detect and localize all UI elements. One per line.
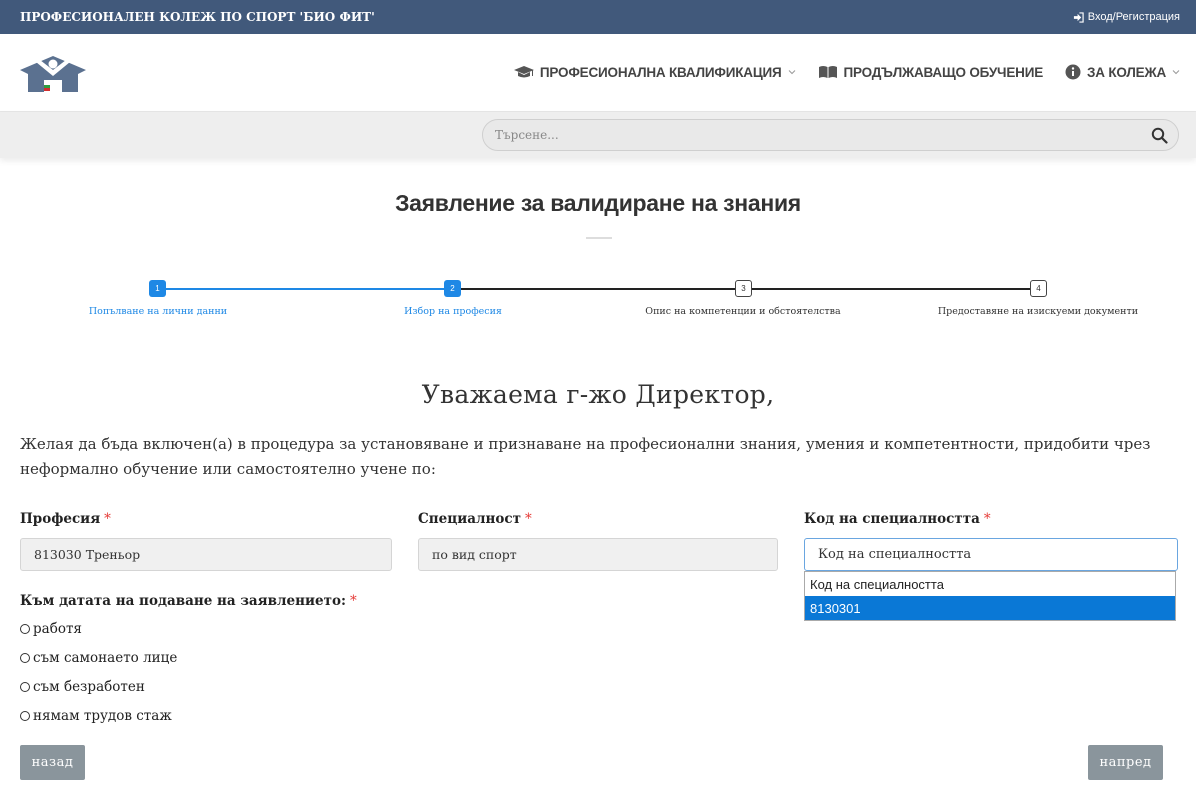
step-4-label[interactable]: Предоставяне на изискуеми документи xyxy=(938,306,1138,317)
specialty-code-select[interactable]: Код на специалността xyxy=(804,538,1178,571)
nav-item-about-college[interactable]: ЗА КОЛЕЖА xyxy=(1065,64,1180,80)
search-bar xyxy=(0,112,1196,158)
step-connector xyxy=(461,288,735,290)
nav-item-professional-qualification[interactable]: ПРОФЕСИОНАЛНА КВАЛИФИКАЦИЯ xyxy=(513,64,796,80)
college-name: ПРОФЕСИОНАЛЕН КОЛЕЖ ПО СПОРТ 'БИО ФИТ' xyxy=(20,10,375,24)
required-marker: * xyxy=(524,511,532,527)
nav-item-label: ПРОДЪЛЖАВАЩО ОБУЧЕНИЕ xyxy=(843,64,1044,80)
search-icon[interactable] xyxy=(1151,127,1168,144)
step-3-marker[interactable]: 3 xyxy=(735,280,752,297)
search-box xyxy=(482,119,1179,151)
progress-stepper: 1 2 3 4 Попълване на лични данни Избор н… xyxy=(0,278,1196,328)
main-navigation: ПРОФЕСИОНАЛНА КВАЛИФИКАЦИЯ ПРОДЪЛЖАВАЩО … xyxy=(0,34,1196,112)
radio-option-employed[interactable]: работя xyxy=(20,621,82,637)
radio-button[interactable] xyxy=(20,711,30,721)
required-marker: * xyxy=(104,511,111,527)
radio-label: нямам трудов стаж xyxy=(33,708,172,724)
chevron-down-icon xyxy=(1172,70,1180,75)
radio-label: съм безработен xyxy=(33,679,145,695)
radio-label: работя xyxy=(33,621,82,637)
profession-label-text: Професия xyxy=(20,511,101,527)
employment-label: Към датата на подаване на заявлението: * xyxy=(20,593,357,609)
sign-in-icon xyxy=(1073,11,1084,23)
nav-menu: ПРОФЕСИОНАЛНА КВАЛИФИКАЦИЯ ПРОДЪЛЖАВАЩО … xyxy=(513,64,1180,80)
book-open-icon xyxy=(818,66,837,78)
step-2-marker[interactable]: 2 xyxy=(444,280,461,297)
required-marker: * xyxy=(349,593,357,609)
step-4-marker[interactable]: 4 xyxy=(1030,280,1047,297)
nav-item-label: ПРОФЕСИОНАЛНА КВАЛИФИКАЦИЯ xyxy=(539,64,782,80)
specialty-label: Специалност * xyxy=(418,511,532,527)
back-button[interactable]: назад xyxy=(20,745,85,780)
specialty-code-label: Код на специалността * xyxy=(804,511,991,527)
specialty-code-label-text: Код на специалността xyxy=(804,511,980,527)
dropdown-option[interactable]: Код на специалността xyxy=(805,572,1175,596)
chevron-down-icon xyxy=(788,70,795,75)
next-button[interactable]: напред xyxy=(1088,745,1163,780)
step-connector xyxy=(752,288,1030,290)
step-1-label[interactable]: Попълване на лични данни xyxy=(89,306,227,317)
nav-item-label: ЗА КОЛЕЖА xyxy=(1087,64,1166,80)
radio-option-unemployed[interactable]: съм безработен xyxy=(20,679,145,695)
employment-label-text: Към датата на подаване на заявлението: xyxy=(20,593,346,609)
profession-label: Професия * xyxy=(20,511,111,527)
info-circle-icon xyxy=(1065,64,1081,80)
required-marker: * xyxy=(983,511,991,527)
step-2-label[interactable]: Избор на професия xyxy=(404,306,502,317)
step-1-marker[interactable]: 1 xyxy=(149,280,166,297)
college-logo[interactable] xyxy=(18,52,88,96)
search-input[interactable] xyxy=(483,120,1178,150)
step-3-label[interactable]: Опис на компетенции и обстоятелства xyxy=(645,306,840,317)
title-divider xyxy=(586,237,612,239)
salutation-heading: Уважаема г-жо Директор, xyxy=(421,380,775,409)
nav-item-continuing-education[interactable]: ПРОДЪЛЖАВАЩО ОБУЧЕНИЕ xyxy=(818,64,1043,80)
login-label: Вход/Регистрация xyxy=(1087,11,1180,23)
radio-option-no-experience[interactable]: нямам трудов стаж xyxy=(20,708,172,724)
dropdown-option-highlighted[interactable]: 8130301 xyxy=(805,596,1175,620)
profession-field[interactable]: 813030 Треньор xyxy=(20,538,392,571)
radio-button[interactable] xyxy=(20,624,30,634)
radio-option-self-employed[interactable]: съм самонаето лице xyxy=(20,650,177,666)
login-link[interactable]: Вход/Регистрация xyxy=(1073,11,1180,23)
top-bar: ПРОФЕСИОНАЛЕН КОЛЕЖ ПО СПОРТ 'БИО ФИТ' В… xyxy=(0,0,1196,34)
radio-button[interactable] xyxy=(20,682,30,692)
specialty-field[interactable]: по вид спорт xyxy=(418,538,778,571)
specialty-label-text: Специалност xyxy=(418,511,521,527)
radio-label: съм самонаето лице xyxy=(33,650,178,666)
page-title: Заявление за валидиране на знания xyxy=(395,190,801,216)
intro-paragraph: Желая да бъда включен(а) в процедура за … xyxy=(20,435,1151,478)
specialty-code-dropdown: Код на специалността 8130301 xyxy=(804,571,1176,621)
radio-button[interactable] xyxy=(20,653,30,663)
graduation-cap-icon xyxy=(513,66,534,78)
step-connector xyxy=(166,288,444,290)
